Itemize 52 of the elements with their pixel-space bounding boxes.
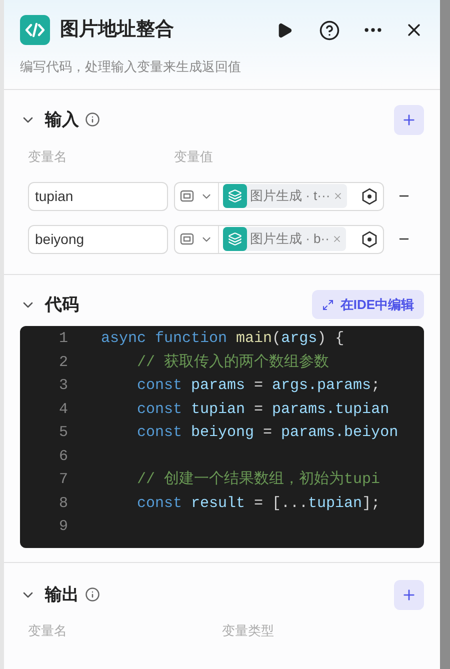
- reference-chip[interactable]: 图片生成 · t···: [223, 184, 348, 208]
- variable-name-field[interactable]: beiyong: [28, 224, 168, 254]
- line-number: 2: [58, 352, 68, 372]
- plus-icon: [401, 586, 417, 602]
- reference-label: 图片生成 · b··: [250, 230, 330, 248]
- reference-chip[interactable]: 图片生成 · b··: [223, 227, 346, 251]
- info-icon[interactable]: [85, 587, 100, 602]
- column-header: 变量名: [28, 622, 68, 640]
- code-node-icon: [20, 15, 50, 45]
- variable-type-icon[interactable]: [180, 190, 194, 202]
- run-icon[interactable]: [276, 22, 293, 38]
- column-header: 变量类型: [222, 622, 274, 640]
- line-number: 6: [58, 446, 68, 466]
- section-title: 输出: [45, 584, 79, 606]
- code-line: const beiyong = params.beiyon: [136, 423, 398, 443]
- add-button[interactable]: [394, 580, 424, 610]
- code-editor[interactable]: 1 async function main(args) { 2 // 获取传入的两个数组参数 3 const params = args.params; 4 const tupian = params.tupian 5 const beiyong = params.beiyon 6 7 // 创建一个结果数组，初始为tupi 8 const result = [...tupian]; 9: [20, 326, 424, 548]
- plus-icon: [401, 112, 417, 128]
- line-number: 3: [58, 376, 68, 396]
- variable-name-field[interactable]: tupian: [28, 182, 168, 210]
- variable-type-icon[interactable]: [180, 233, 194, 245]
- line-number: 4: [58, 400, 68, 420]
- layers-icon: [223, 184, 247, 208]
- node-description: 编写代码，处理输入变量来生成返回值: [20, 58, 242, 76]
- code-line: async function main(args) {: [101, 329, 344, 349]
- target-icon[interactable]: [361, 230, 378, 248]
- info-icon[interactable]: [85, 112, 100, 127]
- code-line: // 获取传入的两个数组参数: [136, 352, 330, 372]
- ide-edit-button[interactable]: 在IDE中编辑: [312, 290, 424, 319]
- reference-label: 图片生成 · t···: [250, 187, 330, 206]
- node-title: 图片地址整合: [60, 18, 174, 42]
- section-title: 输入: [45, 108, 79, 131]
- line-number: 7: [58, 470, 68, 490]
- section-title: 代码: [45, 294, 79, 316]
- variable-value-field[interactable]: 图片生成 · t···: [174, 182, 384, 210]
- column-header: 变量名: [28, 148, 68, 166]
- expand-icon: [322, 298, 334, 310]
- layers-icon: [223, 227, 247, 251]
- line-number: 8: [58, 494, 68, 514]
- target-icon[interactable]: [361, 188, 378, 204]
- code-line: const tupian = params.tupian: [136, 400, 390, 420]
- help-icon[interactable]: [319, 20, 340, 40]
- code-line: const params = args.params;: [136, 376, 380, 396]
- variable-value-field[interactable]: 图片生成 · b··: [174, 224, 384, 254]
- add-button[interactable]: [394, 104, 424, 134]
- scrollbar[interactable]: [440, 0, 450, 669]
- line-number: 1: [58, 329, 68, 349]
- code-line: // 创建一个结果数组，初始为tupi: [136, 470, 380, 490]
- line-number: 5: [58, 423, 68, 443]
- code-line: const result = [...tupian];: [136, 494, 380, 514]
- column-header: 变量值: [174, 148, 213, 166]
- line-number: 9: [58, 517, 68, 537]
